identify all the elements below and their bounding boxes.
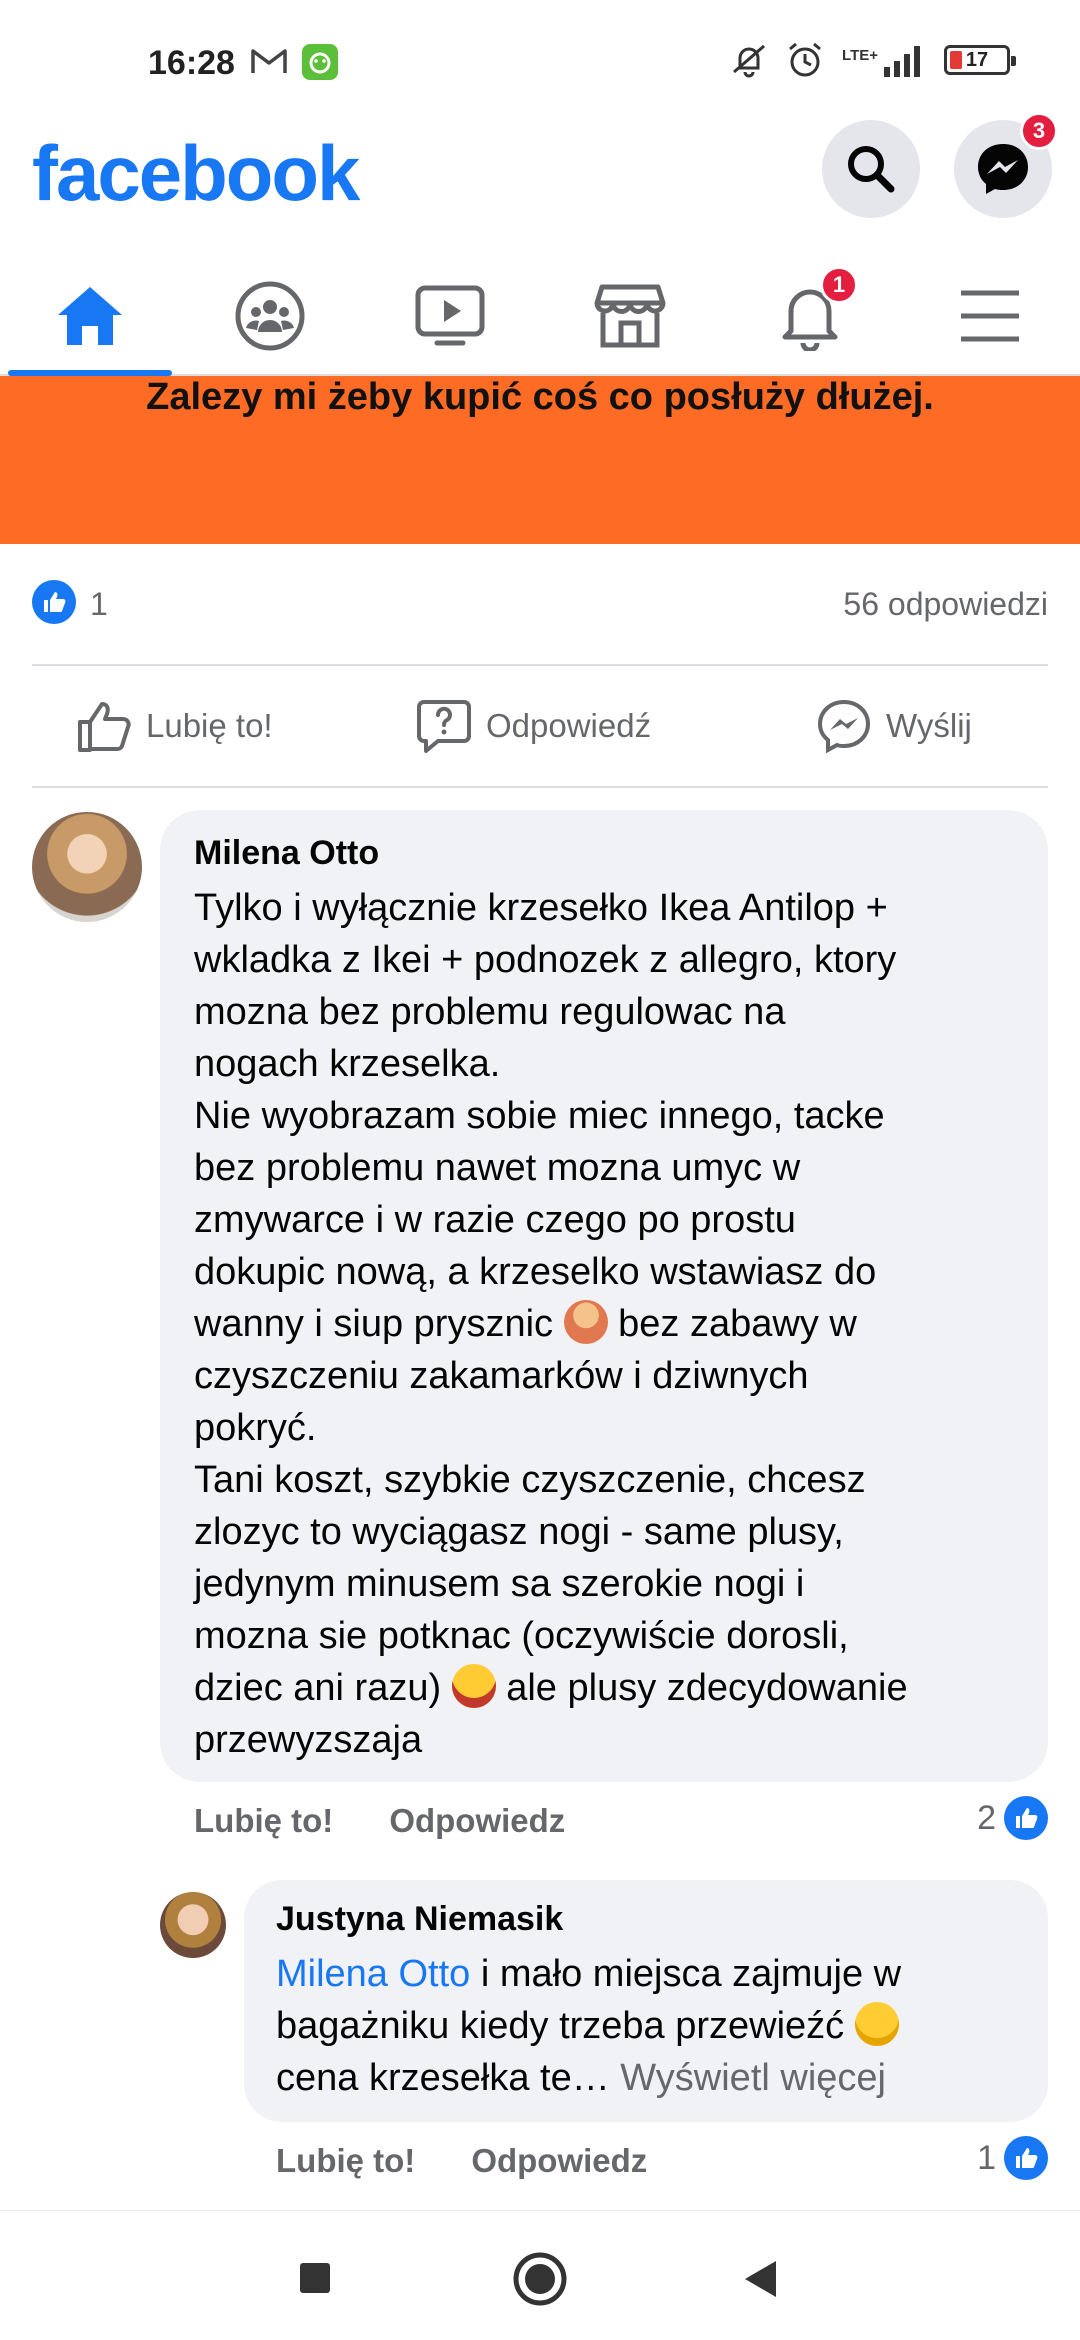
laughing-emoji [451,1664,496,1708]
comment-like-button[interactable]: Lubię to! [276,2142,415,2180]
avatar[interactable] [160,1892,226,1958]
main-nav: 1 [0,250,1080,376]
search-icon [848,146,895,193]
post-actions: Lubię to! Odpowiedź Wyślij [32,668,1048,788]
home-button[interactable] [512,2251,568,2312]
tab-marketplace[interactable] [580,266,680,366]
comment-actions: Lubię to! Odpowiedz [194,1802,565,1840]
tab-groups[interactable] [220,266,320,366]
divider [32,786,1048,788]
like-reaction-icon[interactable] [32,580,76,624]
sweat-smile-emoji [854,2002,899,2046]
system-nav-bar [0,2210,1080,2340]
comment-bubble: Justyna Niemasik Milena Otto i mało miej… [244,1880,1048,2122]
circle-icon [513,2252,567,2306]
tab-menu[interactable] [940,266,1040,366]
tab-home[interactable] [40,266,140,366]
post-text: Zalezy mi żeby kupić coś co posłuży dłuż… [146,376,934,418]
like-count: 1 [90,586,108,622]
tab-notifications[interactable]: 1 [760,266,860,366]
search-button[interactable] [822,120,920,218]
reply-button[interactable]: Odpowiedź [416,698,651,754]
comment-likes[interactable]: 2 [977,1796,1048,1840]
messenger-badge: 3 [1020,112,1058,150]
comment-text: Tylko i wyłącznie krzesełko Ikea Antilop… [194,887,908,1761]
status-time: 16:28 [148,44,235,82]
comment-reply-button[interactable]: Odpowiedz [389,1802,565,1840]
gmail-icon [251,49,287,73]
notifications-badge: 1 [820,266,858,304]
alarm-icon [789,42,821,77]
messenger-icon [817,699,871,754]
groups-icon [235,281,305,351]
woman-shrugging-emoji [563,1300,608,1344]
comment-author[interactable]: Milena Otto [194,834,379,873]
comment-text: Milena Otto i mało miejsca zajmuje w bag… [276,1953,902,2099]
app-header: facebook 3 [0,112,1080,250]
avatar[interactable] [32,812,142,922]
comment-bubble: Milena Otto Tylko i wyłącznie krzesełko … [160,810,1048,1782]
mention-link[interactable]: Milena Otto [276,1953,470,1995]
post-banner: Zalezy mi żeby kupić coś co posłuży dłuż… [0,376,1080,544]
home-icon [58,287,122,345]
triangle-back-icon [745,2261,776,2297]
replies-count[interactable]: 56 odpowiedzi [843,586,1048,623]
messenger-button[interactable]: 3 [954,112,1058,218]
video-icon [415,285,485,346]
divider [32,664,1048,666]
app-icon [302,44,338,80]
square-icon [300,2263,330,2293]
status-icons: LTE+ 17 [730,40,1016,80]
send-button[interactable]: Wyślij [816,698,972,754]
back-button[interactable] [742,2259,780,2304]
like-button[interactable]: Lubię to! [76,698,273,754]
comment-actions: Lubię to! Odpowiedz [276,2142,647,2180]
menu-icon [961,290,1019,342]
see-more-link[interactable]: Wyświetl więcej [620,2057,886,2099]
status-bar: 16:28 LTE+ 17 [0,0,1080,120]
post-stats: 1 56 odpowiedzi [32,580,1048,630]
recents-button[interactable] [298,2261,332,2300]
signal-icon: LTE+ [842,43,926,77]
like-reaction-icon [1004,2136,1048,2180]
comment-reply-button[interactable]: Odpowiedz [471,2142,647,2180]
comment-author[interactable]: Justyna Niemasik [276,1900,563,1939]
messenger-icon [978,144,1028,194]
thumbs-up-icon [78,702,131,752]
battery-icon: 17 [944,45,1016,75]
facebook-logo[interactable]: facebook [32,128,360,219]
tab-watch[interactable] [400,266,500,366]
comment-like-button[interactable]: Lubię to! [194,1802,333,1840]
comment-likes[interactable]: 1 [977,2136,1048,2180]
question-bubble-icon [417,700,471,753]
like-reaction-icon [1004,1796,1048,1840]
store-icon [594,284,666,348]
mute-icon [733,44,765,78]
